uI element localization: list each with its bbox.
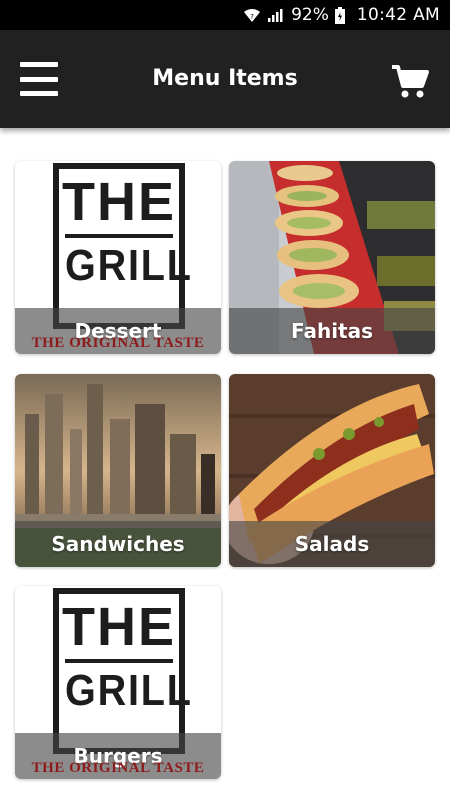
app-bar: Menu Items: [0, 30, 450, 128]
category-grid: THE GRILL THE ORIGINAL TASTE Dessert Fah…: [0, 128, 450, 800]
category-tile-salads[interactable]: Salads: [229, 374, 435, 567]
battery-percentage: 92%: [291, 5, 329, 25]
category-tile-fahitas[interactable]: Fahitas: [229, 161, 435, 354]
status-bar: ? 92% 10:42 AM: [0, 0, 450, 30]
svg-text:?: ?: [250, 13, 254, 21]
status-clock: 10:42 AM: [356, 5, 440, 25]
battery-icon: [334, 6, 345, 24]
shopping-cart-icon[interactable]: [390, 64, 430, 100]
category-label: Sandwiches: [15, 521, 221, 567]
page-title: Menu Items: [152, 66, 298, 91]
category-label: Fahitas: [229, 308, 435, 354]
category-tile-burgers[interactable]: THE GRILL THE ORIGINAL TASTE Burgers: [15, 586, 221, 779]
category-tile-dessert[interactable]: THE GRILL THE ORIGINAL TASTE Dessert: [15, 161, 221, 354]
wifi-icon: ?: [243, 7, 261, 23]
category-tile-sandwiches[interactable]: Sandwiches: [15, 374, 221, 567]
category-label: Salads: [229, 521, 435, 567]
signal-icon: [267, 7, 283, 23]
